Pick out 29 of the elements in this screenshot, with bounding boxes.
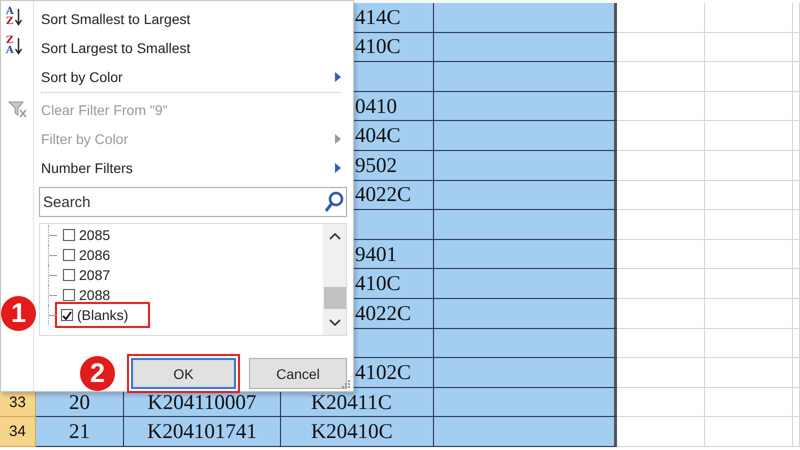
scroll-down-icon[interactable] bbox=[328, 319, 340, 327]
dialog-button[interactable]: OK bbox=[131, 358, 236, 389]
checkbox[interactable] bbox=[63, 289, 75, 301]
scrollbar[interactable] bbox=[323, 224, 346, 335]
scroll-thumb[interactable] bbox=[324, 286, 346, 308]
search-icon[interactable] bbox=[324, 191, 344, 213]
resize-grip-icon[interactable] bbox=[341, 379, 351, 389]
list-item[interactable]: 2085 bbox=[61, 225, 118, 245]
row-header[interactable]: 34 bbox=[0, 417, 36, 447]
submenu-arrow-icon bbox=[335, 134, 341, 144]
list-item[interactable]: (Blanks) bbox=[55, 302, 150, 328]
checkbox[interactable] bbox=[61, 309, 73, 321]
table-cell: 21 bbox=[36, 417, 124, 447]
scroll-up-icon[interactable] bbox=[328, 232, 340, 240]
menu-item[interactable]: Sort by Color bbox=[34, 62, 353, 91]
checkbox[interactable] bbox=[63, 229, 75, 241]
list-item[interactable]: 2086 bbox=[61, 245, 118, 265]
funnel-icon bbox=[8, 100, 28, 118]
search-field[interactable]: Search bbox=[39, 187, 347, 217]
table-cell: K20411C bbox=[281, 388, 434, 418]
list-item[interactable]: 2087 bbox=[61, 265, 118, 285]
submenu-arrow-icon bbox=[335, 72, 341, 82]
checkbox[interactable] bbox=[63, 269, 75, 281]
table-cell: K20410C bbox=[281, 417, 434, 447]
submenu-arrow-icon bbox=[335, 163, 341, 173]
table-cell: K204101741 bbox=[124, 417, 281, 447]
dialog-button[interactable]: Cancel bbox=[249, 358, 347, 389]
list-item[interactable]: 2088 bbox=[61, 285, 118, 305]
checkbox[interactable] bbox=[63, 249, 75, 261]
